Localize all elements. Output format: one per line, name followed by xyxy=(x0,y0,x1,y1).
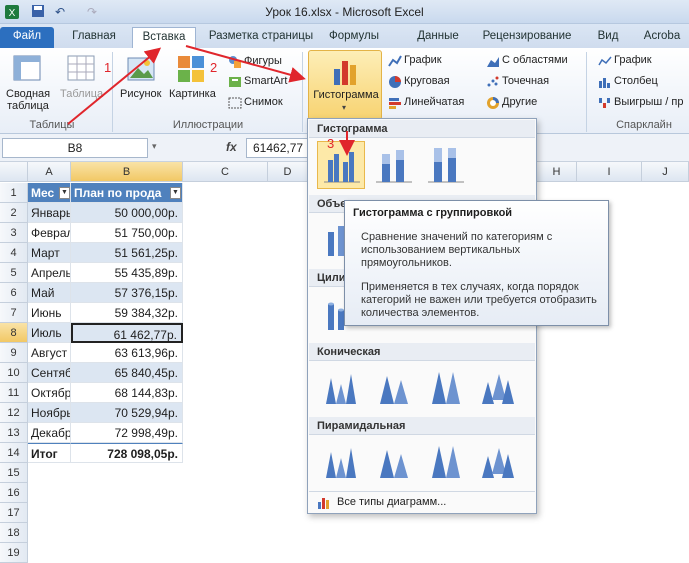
annotation-label-1: 1 xyxy=(104,60,112,75)
annotation-overlay xyxy=(67,45,355,156)
annotation-arrow-1 xyxy=(67,47,162,125)
annotation-arrow-2 xyxy=(185,45,306,83)
annotation-label-2: 2 xyxy=(210,60,218,75)
annotation-label-3: 3 xyxy=(327,136,335,151)
